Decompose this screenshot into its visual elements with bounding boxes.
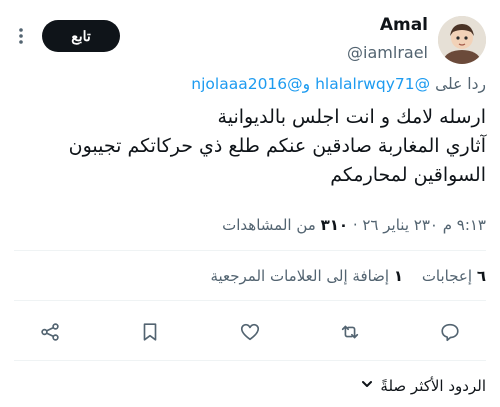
like-icon[interactable] (236, 318, 264, 346)
likes-stat[interactable]: ٦ إعجابات (422, 264, 486, 288)
author-handle[interactable]: @iamlrael (347, 42, 428, 64)
reply-mention-1[interactable]: @hlalalrwqy71 (315, 75, 430, 93)
tweet-actions (36, 318, 464, 346)
author-name[interactable]: Amal (347, 14, 428, 36)
likes-count: ٦ (476, 267, 486, 285)
bookmarks-label: إضافة إلى العلامات المرجعية (210, 267, 390, 285)
tweet-detail: Amal @iamlrael تابع ردا على @hlalalrwqy7… (0, 0, 500, 407)
tweet-text: ارسله لامك و انت اجلس بالديوانية آثاري ا… (14, 103, 486, 190)
divider (14, 250, 486, 251)
more-options-icon[interactable] (10, 24, 32, 48)
divider (14, 360, 486, 361)
views-count: ٣١٠ (320, 216, 349, 234)
tweet-header: Amal @iamlrael تابع (0, 12, 500, 74)
views-label: من المشاهدات (222, 216, 316, 234)
tweet-meta: ٩:١٣ م ٢٣٠ يناير ٢٦ · ٣١٠ من المشاهدات (14, 214, 486, 236)
tweet-line: ارسله لامك و انت اجلس بالديوانية (217, 106, 486, 128)
tweet-line: السواقين لمحارمكم (330, 164, 486, 186)
bookmarks-stat[interactable]: ١ إضافة إلى العلامات المرجعية (210, 264, 403, 288)
likes-label: إعجابات (421, 267, 473, 285)
share-icon[interactable] (36, 318, 64, 346)
replies-sort-label: الردود الأكثر صلةً (380, 377, 486, 395)
reply-context: ردا على @hlalalrwqy71 و@njolaaa2016 (14, 73, 486, 95)
bookmark-icon[interactable] (136, 318, 164, 346)
bookmarks-count: ١ (393, 267, 404, 285)
replies-sort-button[interactable]: الردود الأكثر صلةً (360, 374, 486, 398)
reply-prefix: ردا على (435, 75, 486, 93)
avatar[interactable] (438, 16, 486, 64)
reply-icon[interactable] (436, 318, 464, 346)
tweet-stats: ٦ إعجابات ١ إضافة إلى العلامات المرجعية (14, 264, 486, 288)
tweet-line: آثاري المغاربة صادقين عنكم طلع ذي حركاتك… (68, 135, 486, 157)
reply-joiner: و (302, 75, 311, 93)
author-block[interactable]: Amal @iamlrael (347, 14, 428, 64)
divider (14, 300, 486, 301)
chevron-down-icon (360, 374, 374, 398)
reply-mention-2[interactable]: @njolaaa2016 (191, 75, 302, 93)
retweet-icon[interactable] (336, 318, 364, 346)
follow-button[interactable]: تابع (42, 20, 120, 52)
tweet-timestamp[interactable]: ٩:١٣ م ٢٣٠ يناير ٢٦ · (353, 216, 486, 234)
